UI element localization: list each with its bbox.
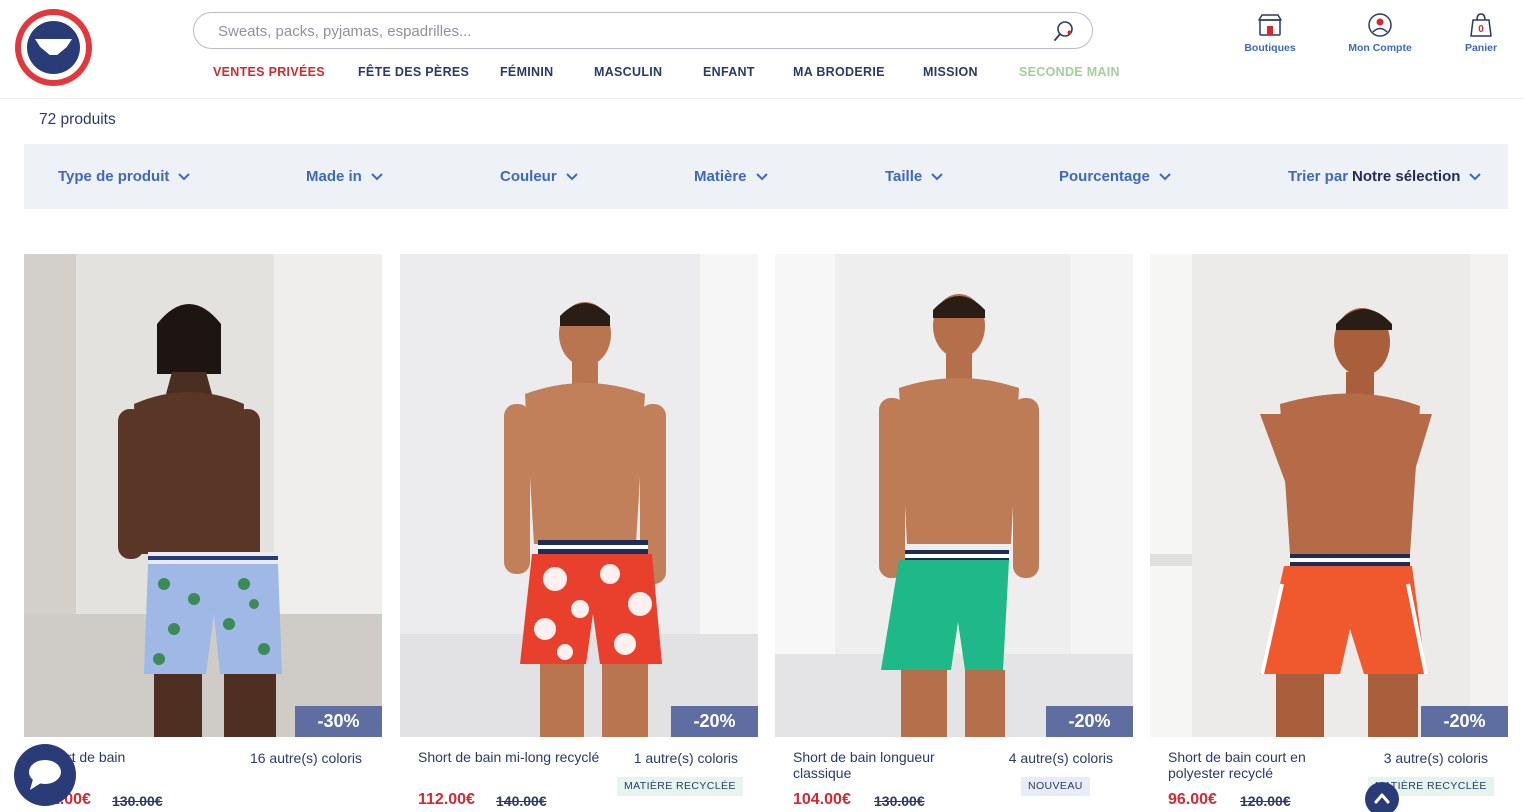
product-old-price: 130.00€: [112, 793, 163, 809]
sort-dropdown[interactable]: Trier par Notre sélection: [1288, 168, 1482, 185]
chevron-down-icon: [931, 172, 943, 180]
product-card[interactable]: -20% Short de bain mi-long recyclé 1 aut…: [400, 254, 758, 812]
swim-short: [881, 560, 1009, 670]
product-card[interactable]: -20% Short de bain court en polyester re…: [1150, 254, 1508, 812]
product-card[interactable]: -30% Short de bain 16 autre(s) coloris 9…: [24, 254, 382, 812]
chat-bubble-icon: [29, 760, 61, 790]
filter-matiere[interactable]: Matière: [694, 168, 768, 185]
product-colors[interactable]: 4 autre(s) coloris: [1009, 750, 1113, 766]
nav-masculin[interactable]: MASCULIN: [594, 65, 662, 79]
boutiques-link[interactable]: Boutiques: [1225, 12, 1315, 56]
product-name[interactable]: Short de bain court en polyester recyclé: [1168, 749, 1358, 781]
chevron-up-icon: [1374, 793, 1390, 804]
product-name[interactable]: Short de bain mi-long recyclé: [418, 749, 608, 765]
discount-badge: -20%: [1046, 706, 1133, 737]
filter-bar: Type de produit Made in Couleur Matière …: [24, 144, 1508, 209]
discount-badge: -30%: [295, 706, 382, 737]
product-card[interactable]: -20% Short de bain longueur classique 4 …: [775, 254, 1133, 812]
product-old-price: 130.00€: [874, 793, 925, 809]
cart-count: 0: [1478, 24, 1484, 35]
product-image[interactable]: -30%: [24, 254, 382, 737]
search-input[interactable]: [218, 20, 1038, 42]
filter-taille[interactable]: Taille: [885, 168, 943, 185]
cart-link[interactable]: 0 Panier: [1436, 12, 1524, 56]
product-colors[interactable]: 1 autre(s) coloris: [634, 750, 738, 766]
new-tag: NOUVEAU: [1021, 777, 1090, 796]
scroll-to-top-button[interactable]: [1365, 782, 1399, 812]
user-icon: [1368, 13, 1392, 37]
filter-couleur[interactable]: Couleur: [500, 168, 578, 185]
nav-ventes-privees[interactable]: VENTES PRIVÉES: [213, 65, 325, 79]
nav-mission[interactable]: MISSION: [923, 65, 978, 79]
product-old-price: 140.00€: [496, 793, 547, 809]
filter-pourcentage[interactable]: Pourcentage: [1059, 168, 1171, 185]
brand-logo[interactable]: [15, 9, 92, 86]
nav-seconde-main[interactable]: SECONDE MAIN: [1019, 65, 1120, 79]
chevron-down-icon: [371, 172, 383, 180]
chevron-down-icon: [565, 172, 578, 180]
chevron-down-icon: [1469, 172, 1482, 180]
site-header: VENTES PRIVÉES FÊTE DES PÈRES FÉMININ MA…: [0, 0, 1524, 99]
discount-badge: -20%: [1421, 706, 1508, 737]
product-old-price: 120.00€: [1240, 793, 1291, 809]
sort-value: Notre sélection: [1352, 168, 1461, 185]
chat-button[interactable]: [14, 744, 76, 806]
cart-label: Panier: [1464, 42, 1498, 54]
product-price: 112.00€: [418, 791, 475, 808]
product-count: 72 produits: [39, 111, 116, 128]
product-colors[interactable]: 16 autre(s) coloris: [250, 750, 362, 766]
product-image[interactable]: -20%: [1150, 254, 1508, 737]
chevron-down-icon: [1159, 172, 1171, 180]
product-image[interactable]: -20%: [400, 254, 758, 737]
shopping-bag-icon: 0: [1470, 13, 1492, 37]
nav-feminin[interactable]: FÉMININ: [500, 65, 554, 79]
product-colors[interactable]: 3 autre(s) coloris: [1384, 750, 1488, 766]
nav-ma-broderie[interactable]: MA BRODERIE: [793, 65, 885, 79]
boutiques-label: Boutiques: [1244, 42, 1296, 54]
chevron-down-icon: [755, 172, 768, 180]
filter-type-de-produit[interactable]: Type de produit: [58, 168, 191, 185]
account-link[interactable]: Mon Compte: [1335, 12, 1425, 56]
search-icon[interactable]: [1052, 19, 1076, 43]
product-name[interactable]: Short de bain longueur classique: [793, 749, 983, 781]
chevron-down-icon: [178, 172, 191, 180]
account-label: Mon Compte: [1348, 42, 1412, 54]
nav-enfant[interactable]: ENFANT: [703, 65, 755, 79]
product-image[interactable]: -20%: [775, 254, 1133, 737]
discount-badge: -20%: [671, 706, 758, 737]
nav-fete-des-peres[interactable]: FÊTE DES PÈRES: [358, 65, 469, 79]
swim-short: [1260, 566, 1426, 674]
store-icon: [1258, 14, 1282, 36]
product-price: 104.00€: [793, 791, 851, 808]
product-price: 96.00€: [1168, 791, 1217, 808]
recycled-tag: MATIÈRE RECYCLÉE: [617, 777, 743, 796]
search-bar: [193, 12, 1093, 49]
filter-made-in[interactable]: Made in: [306, 168, 383, 185]
